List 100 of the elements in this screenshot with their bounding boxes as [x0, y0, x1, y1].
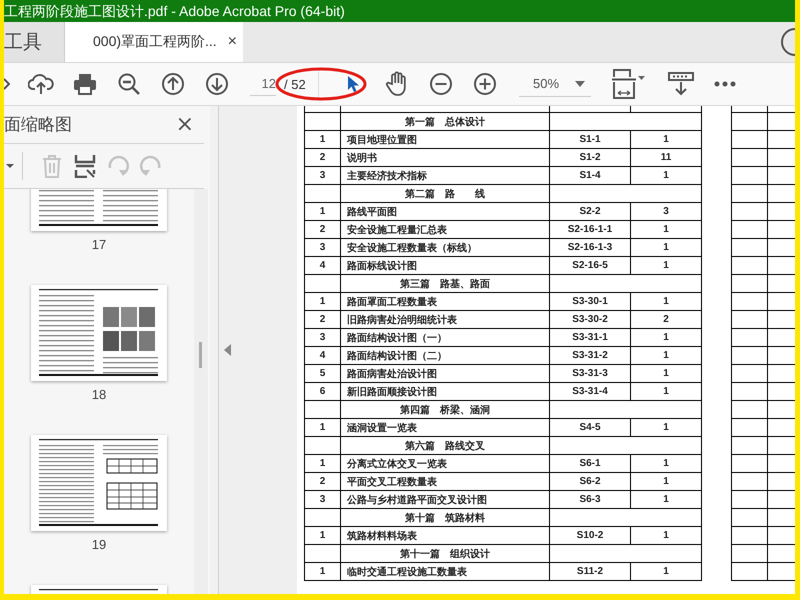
table-cell: 1 — [630, 220, 702, 238]
table-cell: 1 — [304, 202, 340, 220]
scrollbar[interactable] — [194, 189, 208, 594]
zoom-out-icon[interactable] — [117, 72, 141, 96]
page-number-label: 18 — [92, 387, 106, 403]
table-cell: 2 — [304, 310, 340, 328]
page-number-field[interactable]: 12 — [250, 72, 276, 96]
table-cell: 11 — [630, 148, 702, 166]
table-cell: 路面标线设计图 — [340, 256, 550, 274]
fit-page-icon[interactable] — [612, 69, 646, 99]
more-icon[interactable] — [714, 81, 736, 87]
table-cell: S4-5 — [550, 418, 630, 436]
table-cell: 3 — [304, 328, 340, 346]
panel-title: 面缩略图 — [4, 114, 72, 136]
table-cell: 1 — [630, 418, 702, 436]
table-cell: 1 — [630, 364, 702, 382]
table-cell: 1 — [630, 562, 702, 580]
table-cell: S2-2 — [550, 202, 630, 220]
table-cell: 1 — [630, 454, 702, 472]
table-cell: S6-3 — [550, 490, 630, 508]
table-cell: 筑路材料料场表 — [340, 526, 550, 544]
partial-icon[interactable] — [4, 77, 10, 91]
pointer-icon[interactable] — [346, 75, 360, 93]
scrollbar-thumb[interactable] — [199, 342, 202, 368]
table-cell: 路面结构设计图（一） — [340, 328, 550, 346]
table-cell: 4 — [304, 256, 340, 274]
zoom-dropdown[interactable]: 50% — [519, 72, 591, 96]
table-cell: 2 — [304, 472, 340, 490]
page-number-label: 17 — [92, 237, 106, 253]
section-heading: 第四篇 桥梁、涵洞 — [340, 400, 550, 418]
table-cell: 1 — [304, 292, 340, 310]
table-cell: S6-1 — [550, 454, 630, 472]
table-cell: S3-31-4 — [550, 382, 630, 400]
page-thumbnail[interactable] — [31, 435, 167, 531]
table-cell: 2 — [304, 220, 340, 238]
table-cell: 1 — [630, 526, 702, 544]
section-heading: 第一篇 总体设计 — [340, 112, 550, 130]
next-page-icon[interactable] — [205, 72, 229, 96]
section-heading: 第十篇 筑路材料 — [340, 508, 550, 526]
table-cell: 3 — [304, 238, 340, 256]
table-cell: 1 — [304, 130, 340, 148]
cloud-upload-icon[interactable] — [28, 73, 54, 95]
table-cell: 3 — [304, 490, 340, 508]
print-icon[interactable] — [73, 73, 97, 95]
zoom-out-button-icon[interactable] — [429, 72, 453, 96]
section-heading: 第六篇 路线交叉 — [340, 436, 550, 454]
table-cell: 1 — [630, 328, 702, 346]
table-cell: 安全设施工程数量表（标线） — [340, 238, 550, 256]
page-thumbnail[interactable] — [31, 285, 167, 381]
tab[interactable]: 工具 — [4, 22, 65, 62]
scroll-mode-icon[interactable] — [668, 72, 694, 96]
table-cell: 3 — [304, 166, 340, 184]
table-cell: 1 — [630, 130, 702, 148]
table-cell: 涵洞设置一览表 — [340, 418, 550, 436]
table-cell: S10-2 — [550, 526, 630, 544]
table-cell: 安全设施工程量汇总表 — [340, 220, 550, 238]
table-cell: 1 — [304, 526, 340, 544]
section-heading: 第三篇 路基、路面 — [340, 274, 550, 292]
zoom-in-button-icon[interactable] — [473, 72, 497, 96]
table-cell: 6 — [304, 382, 340, 400]
page-number-label: 19 — [92, 537, 106, 553]
table-cell: 路面病害处治设计图 — [340, 364, 550, 382]
table-cell: 2 — [304, 148, 340, 166]
table-cell: 路线平面图 — [340, 202, 550, 220]
table-cell: 1 — [630, 346, 702, 364]
table-cell: S3-30-1 — [550, 292, 630, 310]
table-cell: 主要经济技术指标 — [340, 166, 550, 184]
table-cell: 1 — [304, 418, 340, 436]
table-cell: 1 — [304, 562, 340, 580]
table-cell: S1-4 — [550, 166, 630, 184]
close-button[interactable]: × — [172, 114, 198, 136]
table-cell: 5 — [304, 364, 340, 382]
table-cell: 4 — [304, 346, 340, 364]
window-title: 工程两阶段施工图设计.pdf - Adobe Acrobat Pro (64-bit) — [4, 3, 345, 19]
table-cell: 分离式立体交叉一览表 — [340, 454, 550, 472]
table-cell: 1 — [630, 472, 702, 490]
table-cell: 1 — [630, 382, 702, 400]
page-count: / 52 — [284, 76, 307, 92]
table-cell: 路面罩面工程数量表 — [340, 292, 550, 310]
table-cell: 公路与乡村道路平面交叉设计图 — [340, 490, 550, 508]
table-cell: 旧路病害处治明细统计表 — [340, 310, 550, 328]
close-icon[interactable]: × — [228, 33, 237, 51]
table-cell: S2-16-1-3 — [550, 238, 630, 256]
table-cell: S3-30-2 — [550, 310, 630, 328]
previous-page-icon[interactable] — [161, 72, 185, 96]
table-cell: S11-2 — [550, 562, 630, 580]
table-cell: 平面交叉工程数量表 — [340, 472, 550, 490]
table-cell: 1 — [630, 490, 702, 508]
tab-label: 工具 — [4, 31, 42, 55]
table-cell: 1 — [304, 454, 340, 472]
tab[interactable]: 000)罩面工程两阶... × — [65, 22, 243, 62]
table-cell: 新旧路面顺接设计图 — [340, 382, 550, 400]
extract-pages-icon[interactable] — [74, 154, 96, 178]
table-cell: 项目地理位置图 — [340, 130, 550, 148]
section-heading: 第二篇 路 线 — [340, 184, 550, 202]
tab-label: 000)罩面工程两阶... — [93, 33, 217, 51]
collapse-arrow-icon[interactable] — [224, 344, 231, 356]
table-cell: 1 — [630, 238, 702, 256]
caret-icon — [575, 80, 585, 86]
table-cell: S2-16-1-1 — [550, 220, 630, 238]
